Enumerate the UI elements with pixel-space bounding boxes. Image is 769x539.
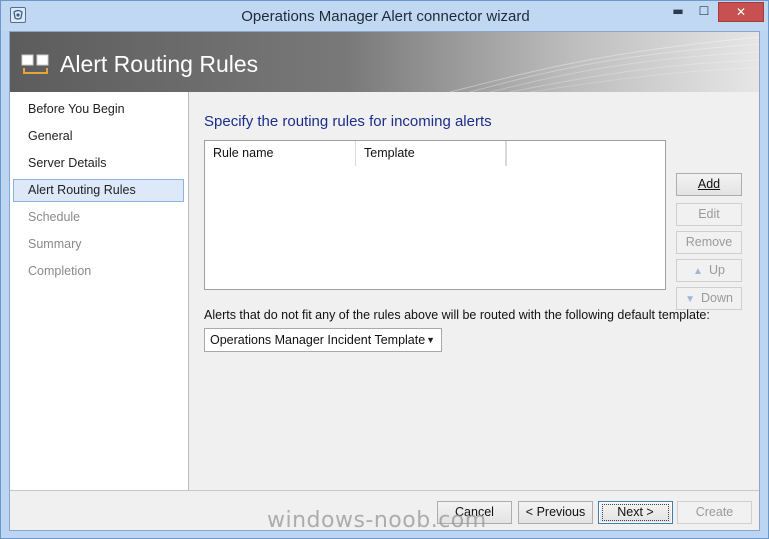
window-title: Operations Manager Alert connector wizar…	[241, 8, 530, 25]
step-server-details[interactable]: Server Details	[13, 152, 184, 175]
routing-rules-list[interactable]: Rule name Template	[204, 140, 666, 290]
arrow-down-icon: ▼	[685, 294, 695, 305]
header-banner: Alert Routing Rules	[10, 32, 759, 92]
main-panel: Specify the routing rules for incoming a…	[189, 92, 759, 490]
default-template-note: Alerts that do not fit any of the rules …	[204, 308, 710, 322]
step-before-you-begin[interactable]: Before You Begin	[13, 98, 184, 121]
focus-rectangle	[602, 504, 669, 521]
page-title: Alert Routing Rules	[60, 51, 259, 77]
watermark-text: windows-noob.com	[267, 508, 487, 533]
down-button-label: Down	[700, 291, 733, 305]
step-general[interactable]: General	[13, 125, 184, 148]
wizard-client-area: Alert Routing Rules Before You Begin Gen…	[9, 31, 760, 531]
step-alert-routing-rules[interactable]: Alert Routing Rules	[13, 179, 184, 202]
step-summary: Summary	[28, 237, 82, 251]
edit-button: Edit	[676, 203, 742, 226]
column-header-rule-name[interactable]: Rule name	[205, 141, 356, 166]
minimize-button[interactable]: ▬	[665, 2, 691, 22]
up-button: ▲ Up	[676, 259, 742, 282]
title-bar[interactable]: Operations Manager Alert connector wizar…	[1, 1, 768, 31]
dropdown-arrow-icon[interactable]: ▼	[426, 329, 435, 351]
wizard-window: Operations Manager Alert connector wizar…	[0, 0, 769, 539]
up-button-label: Up	[708, 263, 725, 277]
down-button: ▼ Down	[676, 287, 742, 310]
add-button-label: Add	[697, 177, 721, 191]
wizard-steps-sidebar: Before You Begin General Server Details …	[10, 92, 189, 490]
previous-button[interactable]: < Previous	[518, 501, 593, 524]
remove-button: Remove	[676, 231, 742, 254]
arrow-up-icon: ▲	[693, 266, 703, 277]
section-heading: Specify the routing rules for incoming a…	[204, 113, 492, 130]
remove-button-label: Remove	[685, 235, 733, 249]
step-schedule: Schedule	[28, 210, 81, 224]
create-button: Create	[677, 501, 752, 524]
banner-decoration	[450, 36, 759, 92]
column-header-blank[interactable]	[506, 141, 507, 166]
edit-button-label: Edit	[698, 207, 720, 221]
add-button[interactable]: Add	[676, 173, 742, 196]
default-template-value: Operations Manager Incident Template	[210, 333, 426, 347]
column-header-template[interactable]: Template	[356, 141, 506, 166]
wizard-pages-icon	[21, 54, 51, 79]
close-button[interactable]: ✕	[718, 2, 764, 22]
maximize-button[interactable]: ☐	[691, 2, 717, 22]
next-button[interactable]: Next >	[598, 501, 673, 524]
step-completion: Completion	[28, 264, 92, 278]
default-template-select[interactable]: Operations Manager Incident Template ▼	[204, 328, 442, 352]
